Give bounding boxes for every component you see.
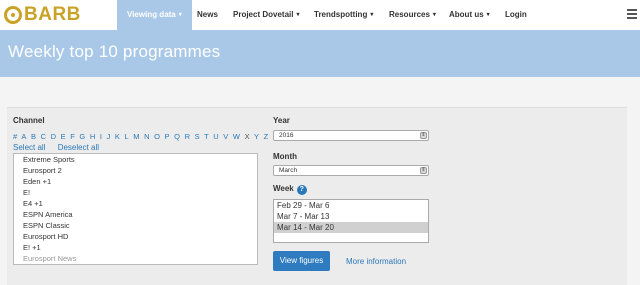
month-select[interactable]: March ⇕	[273, 165, 429, 176]
nav-item-label: Trendspotting	[314, 10, 368, 19]
month-select-value: March	[279, 167, 298, 174]
chevron-down-icon: ▾	[178, 12, 182, 18]
list-item[interactable]: Eurosport News	[14, 253, 257, 264]
week-label: Week?	[273, 184, 307, 195]
deselect-all-link[interactable]: Deselect all	[58, 143, 99, 152]
view-figures-button[interactable]: View figures	[273, 251, 330, 271]
channel-label: Channel	[13, 116, 45, 125]
alpha-link-w[interactable]: W	[233, 132, 240, 141]
nav-item-login[interactable]: Login	[505, 0, 527, 30]
alpha-link-z[interactable]: Z	[264, 132, 269, 141]
list-item[interactable]: Eurosport 2	[14, 165, 257, 176]
list-item[interactable]: E4 +1	[14, 198, 257, 209]
month-label: Month	[273, 152, 297, 161]
alpha-link-x[interactable]: X	[245, 132, 250, 141]
logo-text: BARB	[24, 4, 81, 25]
year-select[interactable]: 2016 ⇕	[273, 130, 429, 141]
select-all-link[interactable]: Select all	[13, 143, 45, 152]
nav-item-trendspotting[interactable]: Trendspotting ▾	[314, 0, 373, 30]
alpha-link-c[interactable]: C	[41, 132, 46, 141]
list-item[interactable]: ESPN Classic	[14, 220, 257, 231]
nav-item-about-us[interactable]: About us ▾	[449, 0, 490, 30]
list-item[interactable]: Extreme Sports	[14, 154, 257, 165]
list-item[interactable]: Mar 7 - Mar 13	[274, 211, 428, 222]
alpha-link-v[interactable]: V	[223, 132, 228, 141]
list-item[interactable]: ESPN America	[14, 209, 257, 220]
nav-item-resources[interactable]: Resources ▾	[389, 0, 436, 30]
list-item[interactable]: Eden +1	[14, 176, 257, 187]
alpha-link-f[interactable]: F	[70, 132, 75, 141]
alpha-link-s[interactable]: S	[195, 132, 200, 141]
nav-item-label: About us	[449, 10, 484, 19]
page-banner: Weekly top 10 programmes	[0, 30, 640, 77]
alpha-link-y[interactable]: Y	[254, 132, 259, 141]
week-label-text: Week	[273, 184, 294, 193]
nav-item-project-dovetail[interactable]: Project Dovetail ▾	[233, 0, 299, 30]
alpha-link-k[interactable]: K	[115, 132, 120, 141]
nav-item-news[interactable]: News	[197, 0, 218, 30]
help-icon[interactable]: ?	[296, 185, 307, 195]
chevron-down-icon: ▾	[432, 12, 436, 18]
nav-item-label: Viewing data	[127, 10, 176, 19]
alpha-link-o[interactable]: O	[154, 132, 160, 141]
nav-item-label: News	[197, 10, 218, 19]
alpha-link-b[interactable]: B	[31, 132, 36, 141]
channel-listbox[interactable]: Extreme Sports Eurosport 2 Eden +1 E! E4…	[13, 153, 258, 265]
alpha-link-hash[interactable]: #	[13, 132, 17, 141]
alpha-link-p[interactable]: P	[165, 132, 170, 141]
nav-item-label: Resources	[389, 10, 430, 19]
select-arrows-icon: ⇕	[420, 167, 427, 174]
alphabet-filter: # A B C D E F G H I J K L M N O P Q R S …	[13, 132, 270, 141]
chevron-down-icon: ▾	[370, 12, 374, 18]
nav-item-label: Project Dovetail	[233, 10, 294, 19]
barb-logo[interactable]: BARB	[4, 4, 81, 26]
alpha-link-i[interactable]: I	[100, 132, 102, 141]
alpha-link-u[interactable]: U	[213, 132, 218, 141]
list-item-selected[interactable]: Mar 14 - Mar 20	[274, 222, 428, 233]
chevron-down-icon: ▾	[296, 12, 300, 18]
logo-mark-icon	[4, 6, 22, 24]
alpha-link-g[interactable]: G	[79, 132, 85, 141]
list-item[interactable]: Eurosport HD	[14, 231, 257, 242]
select-arrows-icon: ⇕	[420, 132, 427, 139]
year-select-value: 2016	[279, 132, 294, 139]
list-item[interactable]: Feb 29 - Mar 6	[274, 200, 428, 211]
year-label: Year	[273, 116, 290, 125]
more-information-link[interactable]: More information	[346, 257, 406, 266]
alpha-link-r[interactable]: R	[185, 132, 190, 141]
nav-item-viewing-data[interactable]: Viewing data ▾	[117, 0, 192, 30]
alpha-link-t[interactable]: T	[204, 132, 209, 141]
list-item[interactable]: E!	[14, 187, 257, 198]
alpha-link-l[interactable]: L	[124, 132, 128, 141]
alpha-link-a[interactable]: A	[21, 132, 26, 141]
page-title: Weekly top 10 programmes	[8, 42, 221, 61]
alpha-link-m[interactable]: M	[133, 132, 139, 141]
week-listbox[interactable]: Feb 29 - Mar 6 Mar 7 - Mar 13 Mar 14 - M…	[273, 199, 429, 243]
alpha-link-n[interactable]: N	[144, 132, 149, 141]
selection-links: Select all Deselect all	[13, 143, 109, 152]
chevron-down-icon: ▾	[486, 12, 490, 18]
menu-icon[interactable]	[627, 9, 637, 21]
top-nav: BARB Viewing data ▾ News Project Dovetail…	[0, 0, 640, 30]
nav-item-label: Login	[505, 10, 527, 19]
alpha-link-j[interactable]: J	[107, 132, 111, 141]
alpha-link-e[interactable]: E	[61, 132, 66, 141]
alpha-link-q[interactable]: Q	[174, 132, 180, 141]
alpha-link-h[interactable]: H	[90, 132, 95, 141]
list-item[interactable]: E! +1	[14, 242, 257, 253]
alpha-link-d[interactable]: D	[51, 132, 56, 141]
